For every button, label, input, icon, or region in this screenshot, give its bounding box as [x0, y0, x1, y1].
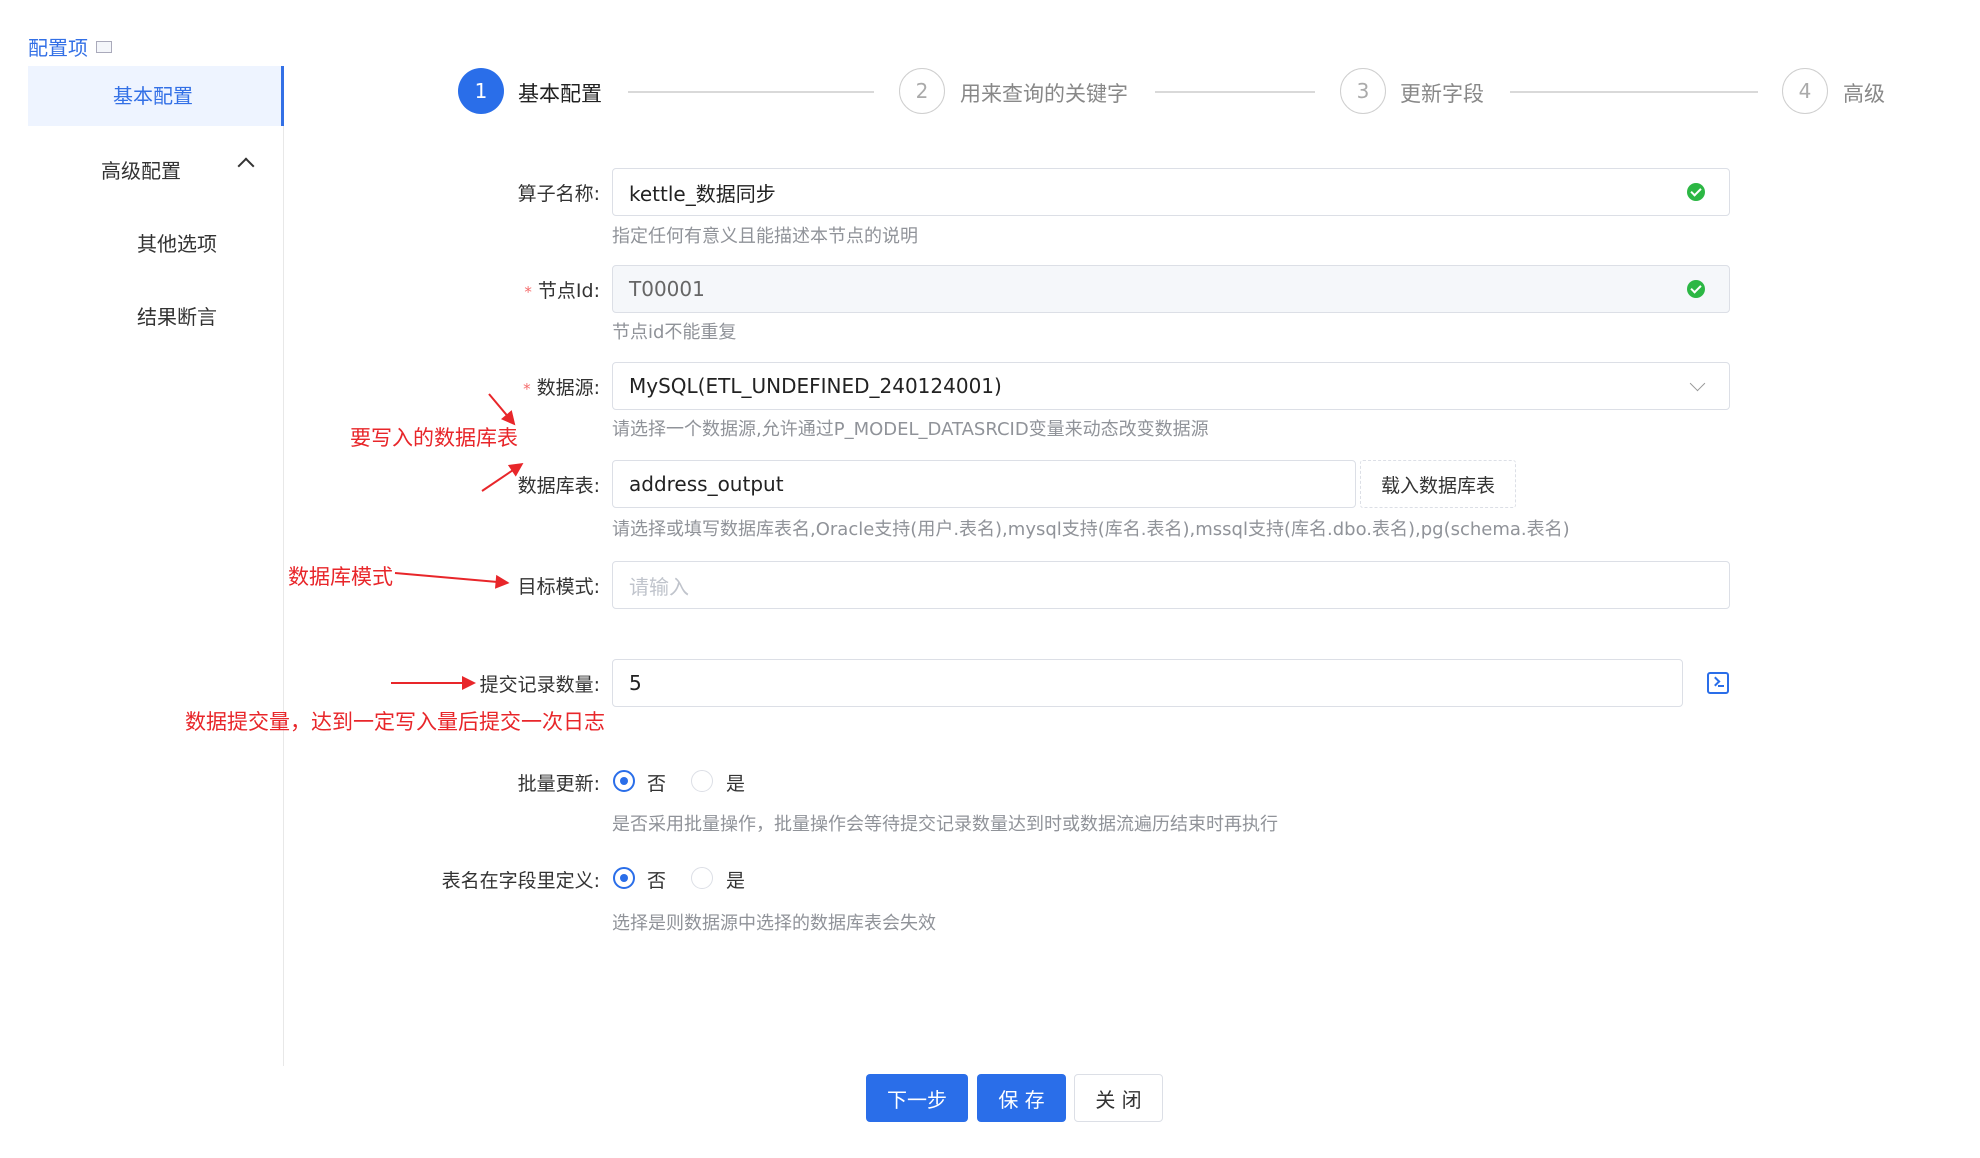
load-db-table-button[interactable]: 载入数据库表: [1360, 460, 1516, 508]
required-mark: *: [523, 380, 531, 398]
annotation-commit: 数据提交量，达到一定写入量后提交一次日志: [185, 710, 605, 734]
node-id-label: * 节点Id:: [420, 276, 600, 303]
table-in-field-no-radio[interactable]: [613, 867, 635, 889]
datasource-label: * 数据源:: [420, 373, 600, 400]
next-step-button[interactable]: 下一步: [866, 1074, 968, 1122]
valid-check-icon: [1687, 183, 1705, 201]
db-table-input[interactable]: address_output: [612, 460, 1356, 508]
table-in-field-yes-label[interactable]: 是: [726, 866, 745, 893]
batch-update-label: 批量更新:: [517, 773, 600, 795]
step-connector: [1155, 91, 1315, 93]
chevron-up-icon[interactable]: [237, 157, 255, 175]
step-connector: [1510, 91, 1758, 93]
step-4-indicator[interactable]: 4: [1782, 68, 1828, 114]
batch-update-yes-label[interactable]: 是: [726, 769, 745, 796]
datasource-help: 请选择一个数据源,允许通过P_MODEL_DATASRCID变量来动态改变数据源: [612, 419, 1209, 440]
sidebar-title-text: 配置项: [28, 36, 88, 60]
target-schema-placeholder: 请输入: [629, 574, 689, 599]
sidebar-item-result-assertion[interactable]: 结果断言: [137, 301, 217, 330]
sidebar-item-label: 基本配置: [113, 84, 193, 108]
table-in-field-no-label[interactable]: 否: [647, 866, 666, 893]
step-4-label[interactable]: 高级: [1843, 78, 1885, 108]
operator-name-label: 算子名称:: [517, 183, 600, 205]
datasource-label-text: 数据源:: [536, 377, 600, 399]
annotation-db-table: 要写入的数据库表: [350, 426, 518, 450]
target-schema-input[interactable]: 请输入: [612, 561, 1730, 609]
valid-check-icon: [1687, 280, 1705, 298]
table-in-field-label: 表名在字段里定义:: [441, 870, 600, 892]
datasource-value: MySQL(ETL_UNDEFINED_240124001): [629, 374, 1002, 398]
collapse-icon[interactable]: [96, 40, 112, 53]
terminal-icon[interactable]: [1707, 672, 1729, 694]
chevron-down-icon: [1689, 375, 1706, 392]
close-button[interactable]: 关 闭: [1074, 1074, 1163, 1122]
batch-update-no-label[interactable]: 否: [647, 769, 666, 796]
sidebar-title: 配置项: [28, 32, 112, 61]
step-3-indicator[interactable]: 3: [1340, 68, 1386, 114]
table-in-field-yes-radio[interactable]: [691, 867, 713, 889]
annotation-arrow: [391, 676, 476, 690]
required-mark: *: [524, 283, 532, 301]
db-table-help: 请选择或填写数据库表名,Oracle支持(用户.表名),mysql支持(库名.表…: [612, 519, 1570, 540]
step-1-label[interactable]: 基本配置: [518, 78, 602, 108]
operator-name-help: 指定任何有意义且能描述本节点的说明: [612, 226, 918, 247]
node-id-label-text: 节点Id:: [537, 280, 600, 302]
sidebar-divider: [283, 126, 284, 1066]
node-id-value: T00001: [629, 277, 705, 301]
step-connector: [628, 91, 874, 93]
table-in-field-help: 选择是则数据源中选择的数据库表会失效: [612, 913, 936, 934]
node-id-help: 节点id不能重复: [612, 322, 737, 343]
batch-update-yes-radio[interactable]: [691, 770, 713, 792]
sidebar-item-other-options[interactable]: 其他选项: [137, 228, 217, 257]
annotation-schema: 数据库模式: [288, 565, 393, 589]
operator-name-input[interactable]: kettle_数据同步: [612, 168, 1730, 216]
operator-name-value: kettle_数据同步: [629, 181, 776, 206]
step-3-label[interactable]: 更新字段: [1400, 78, 1484, 108]
db-table-label: 数据库表:: [517, 475, 600, 497]
step-2-indicator[interactable]: 2: [899, 68, 945, 114]
save-button[interactable]: 保 存: [977, 1074, 1066, 1122]
sidebar-item-advanced-config[interactable]: 高级配置: [101, 155, 181, 184]
datasource-select[interactable]: MySQL(ETL_UNDEFINED_240124001): [612, 362, 1730, 410]
commit-size-value: 5: [629, 671, 642, 695]
step-2-label[interactable]: 用来查询的关键字: [960, 78, 1128, 108]
db-table-value: address_output: [629, 472, 784, 496]
node-id-input: T00001: [612, 265, 1730, 313]
batch-update-no-radio[interactable]: [613, 770, 635, 792]
batch-update-help: 是否采用批量操作，批量操作会等待提交记录数量达到时或数据流遍历结束时再执行: [612, 814, 1278, 835]
commit-size-input[interactable]: 5: [612, 659, 1683, 707]
step-1-indicator[interactable]: 1: [458, 68, 504, 114]
sidebar-item-basic-config[interactable]: 基本配置: [28, 66, 284, 126]
